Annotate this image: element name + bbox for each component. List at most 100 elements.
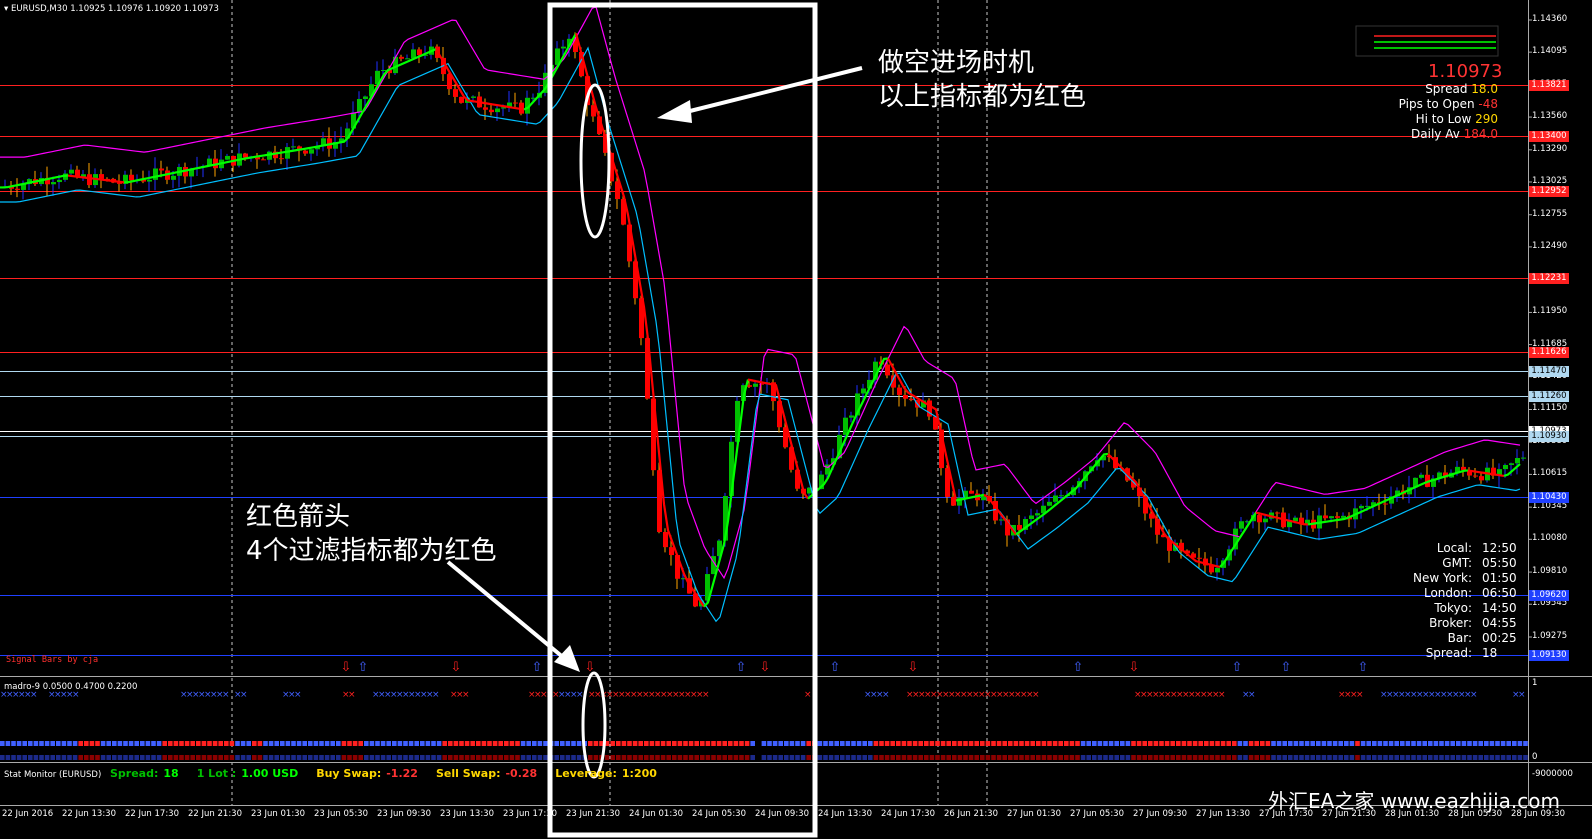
- signal-square: [1120, 755, 1125, 760]
- signal-square: [1282, 755, 1287, 760]
- signal-square: [683, 741, 688, 746]
- signal-square: [319, 755, 324, 760]
- signal-square: [638, 741, 643, 746]
- stat-monitor-row: Spread: 18 1 Lot : 1.00 USD Buy Swap: -1.22 Se…: [110, 767, 675, 780]
- signal-square: [1377, 755, 1383, 760]
- signal-square: [728, 741, 733, 746]
- signal-square: [117, 755, 123, 760]
- signal-square: [1226, 741, 1231, 746]
- signal-square: [1489, 741, 1495, 746]
- signal-square: [369, 741, 375, 746]
- signal-square: [817, 755, 823, 760]
- info-label: Daily Av: [1411, 127, 1460, 141]
- signal-square: [487, 741, 492, 746]
- signal-square: [330, 741, 335, 746]
- signal-square: [1349, 755, 1355, 760]
- up-arrow-icon: ⇧: [1358, 660, 1369, 675]
- signal-square: [123, 741, 128, 746]
- signal-square: [1136, 741, 1142, 746]
- signal-square: [1069, 741, 1075, 746]
- price-level-label: 1.13821: [1529, 79, 1569, 91]
- signal-square: [1086, 741, 1091, 746]
- candle-body: [471, 96, 476, 98]
- signal-square: [649, 755, 655, 760]
- signal-square: [1321, 741, 1327, 746]
- candle-body: [1035, 513, 1040, 516]
- time-tick: 22 Jun 21:30: [188, 809, 242, 819]
- signal-square: [940, 755, 946, 760]
- clock-value: 04:55: [1482, 616, 1517, 630]
- signal-square: [728, 755, 733, 760]
- down-arrow-icon: ⇩: [908, 660, 919, 675]
- signal-square: [515, 741, 520, 746]
- signal-square: [1170, 755, 1175, 760]
- signal-square: [616, 755, 621, 760]
- signal-square: [1097, 741, 1103, 746]
- signal-square: [1198, 741, 1203, 746]
- signal-square: [593, 755, 599, 760]
- signal-square: [1002, 755, 1007, 760]
- signal-square: [1416, 741, 1422, 746]
- signal-square: [1103, 741, 1108, 746]
- signal-square: [1232, 755, 1237, 760]
- signal-square: [235, 741, 240, 746]
- signal-square: [828, 741, 834, 746]
- annotation-line: 以上指标都为红色: [878, 82, 1087, 112]
- annotation-short-entry: 做空进场时机 以上指标都为红色: [878, 46, 1086, 114]
- candle-body: [489, 109, 494, 113]
- clock-label: Broker:: [1429, 616, 1472, 630]
- signal-square: [1192, 755, 1198, 760]
- signal-square: [1500, 741, 1506, 746]
- signal-square: [1254, 741, 1259, 746]
- signal-square: [1500, 755, 1506, 760]
- signal-square: [677, 755, 683, 760]
- signal-square: [1075, 741, 1080, 746]
- signal-square: [644, 741, 649, 746]
- candle-body: [1359, 505, 1364, 509]
- filter-cross: ×: [1248, 690, 1256, 700]
- candle-body: [897, 387, 902, 395]
- signal-square: [184, 741, 190, 746]
- signal-square: [918, 755, 923, 760]
- signal-square: [1472, 755, 1478, 760]
- signal-square: [1204, 755, 1209, 760]
- signal-square: [1478, 755, 1483, 760]
- signal-square: [789, 755, 795, 760]
- signal-square: [588, 741, 593, 746]
- time-tick: 24 Jun 17:30: [881, 809, 935, 819]
- pointer-arrow-head: [554, 645, 580, 672]
- signal-square: [817, 741, 823, 746]
- signal-square: [56, 741, 61, 746]
- stat-value: 1.00 USD: [241, 767, 299, 780]
- fast-ma-segment: [123, 48, 437, 184]
- signal-square: [1008, 741, 1013, 746]
- signal-square: [1388, 755, 1394, 760]
- signal-square: [1506, 741, 1511, 746]
- signal-square: [464, 755, 470, 760]
- signal-square: [33, 755, 39, 760]
- clock-label: Bar:: [1447, 631, 1472, 645]
- signal-square: [229, 741, 235, 746]
- signal-square: [392, 741, 397, 746]
- panel-frames: [0, 0, 1592, 806]
- signal-square: [106, 741, 111, 746]
- signal-square: [1484, 755, 1489, 760]
- signal-square: [39, 741, 44, 746]
- signal-square: [509, 755, 515, 760]
- signal-square: [11, 741, 16, 746]
- signal-square: [1265, 741, 1271, 746]
- time-tick: 23 Jun 09:30: [377, 809, 431, 819]
- signal-square: [744, 755, 750, 760]
- annotation-line: 做空进场时机: [878, 48, 1035, 78]
- signal-square: [268, 741, 274, 746]
- candle-body: [1365, 505, 1370, 507]
- signal-square: [140, 755, 145, 760]
- info-row: Pips to Open -48: [1399, 97, 1498, 111]
- signal-square: [1209, 741, 1215, 746]
- signal-square: [95, 741, 100, 746]
- trading-chart[interactable]: ⇧ ⇧ ⇧ ⇧ ⇧ ⇧ ⇧ ⇧⇩ ⇩ ⇩ ⇩ ⇩ ⇩×××××× ××××× ×××××××× ×× ××× ××…: [0, 0, 1592, 839]
- candle-body: [459, 96, 464, 103]
- signal-square: [504, 755, 509, 760]
- signal-square: [795, 741, 800, 746]
- dropdown-triangle-icon[interactable]: ▾: [4, 4, 8, 14]
